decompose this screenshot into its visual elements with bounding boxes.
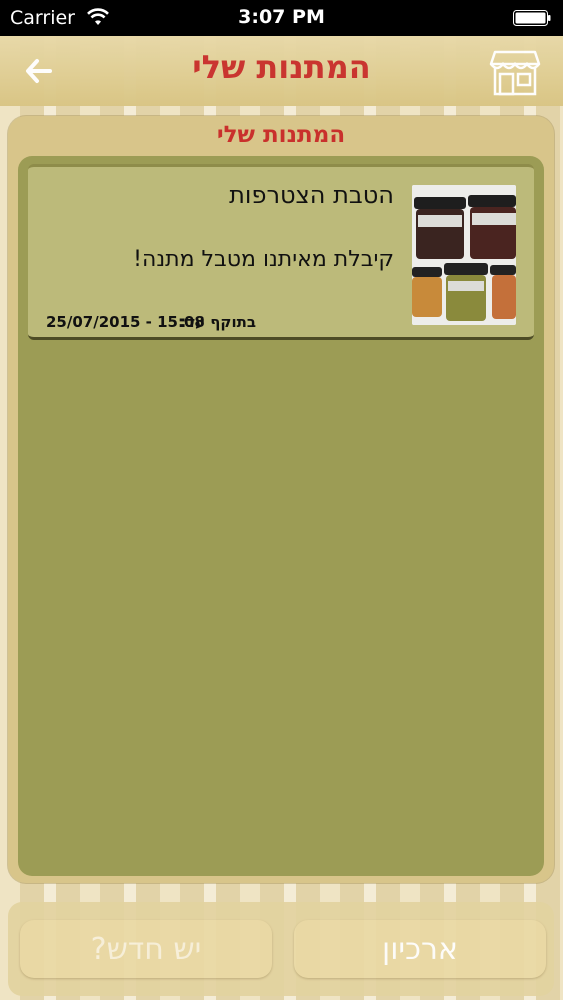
nav-bar: המתנות שלי bbox=[0, 36, 563, 106]
gift-valid-date: 25/07/2015 - 15:08 bbox=[46, 313, 205, 331]
store-icon[interactable] bbox=[489, 46, 541, 98]
panel-title: המתנות שלי bbox=[216, 122, 346, 148]
gift-card[interactable]: הטבת הצטרפות קיבלת מאיתנו מטבל מתנה! בתו… bbox=[28, 164, 534, 340]
gifts-panel: המתנות שלי הטבת הצטרפות קיבלת מאיתנו מטב… bbox=[8, 116, 554, 883]
archive-button[interactable]: ארכיון bbox=[294, 920, 546, 978]
bottom-bar: יש חדש? ארכיון bbox=[8, 902, 554, 996]
jars-image bbox=[412, 185, 516, 325]
gift-description: קיבלת מאיתנו מטבל מתנה! bbox=[133, 247, 394, 272]
whats-new-button[interactable]: יש חדש? bbox=[20, 920, 272, 978]
gifts-list[interactable]: הטבת הצטרפות קיבלת מאיתנו מטבל מתנה! בתו… bbox=[18, 156, 544, 876]
battery-icon bbox=[513, 10, 551, 26]
page-title: המתנות שלי bbox=[192, 48, 371, 86]
gift-image bbox=[412, 185, 516, 325]
gift-title: הטבת הצטרפות bbox=[229, 181, 394, 209]
clock: 3:07 PM bbox=[238, 6, 325, 28]
status-bar: Carrier 3:07 PM bbox=[0, 0, 563, 36]
